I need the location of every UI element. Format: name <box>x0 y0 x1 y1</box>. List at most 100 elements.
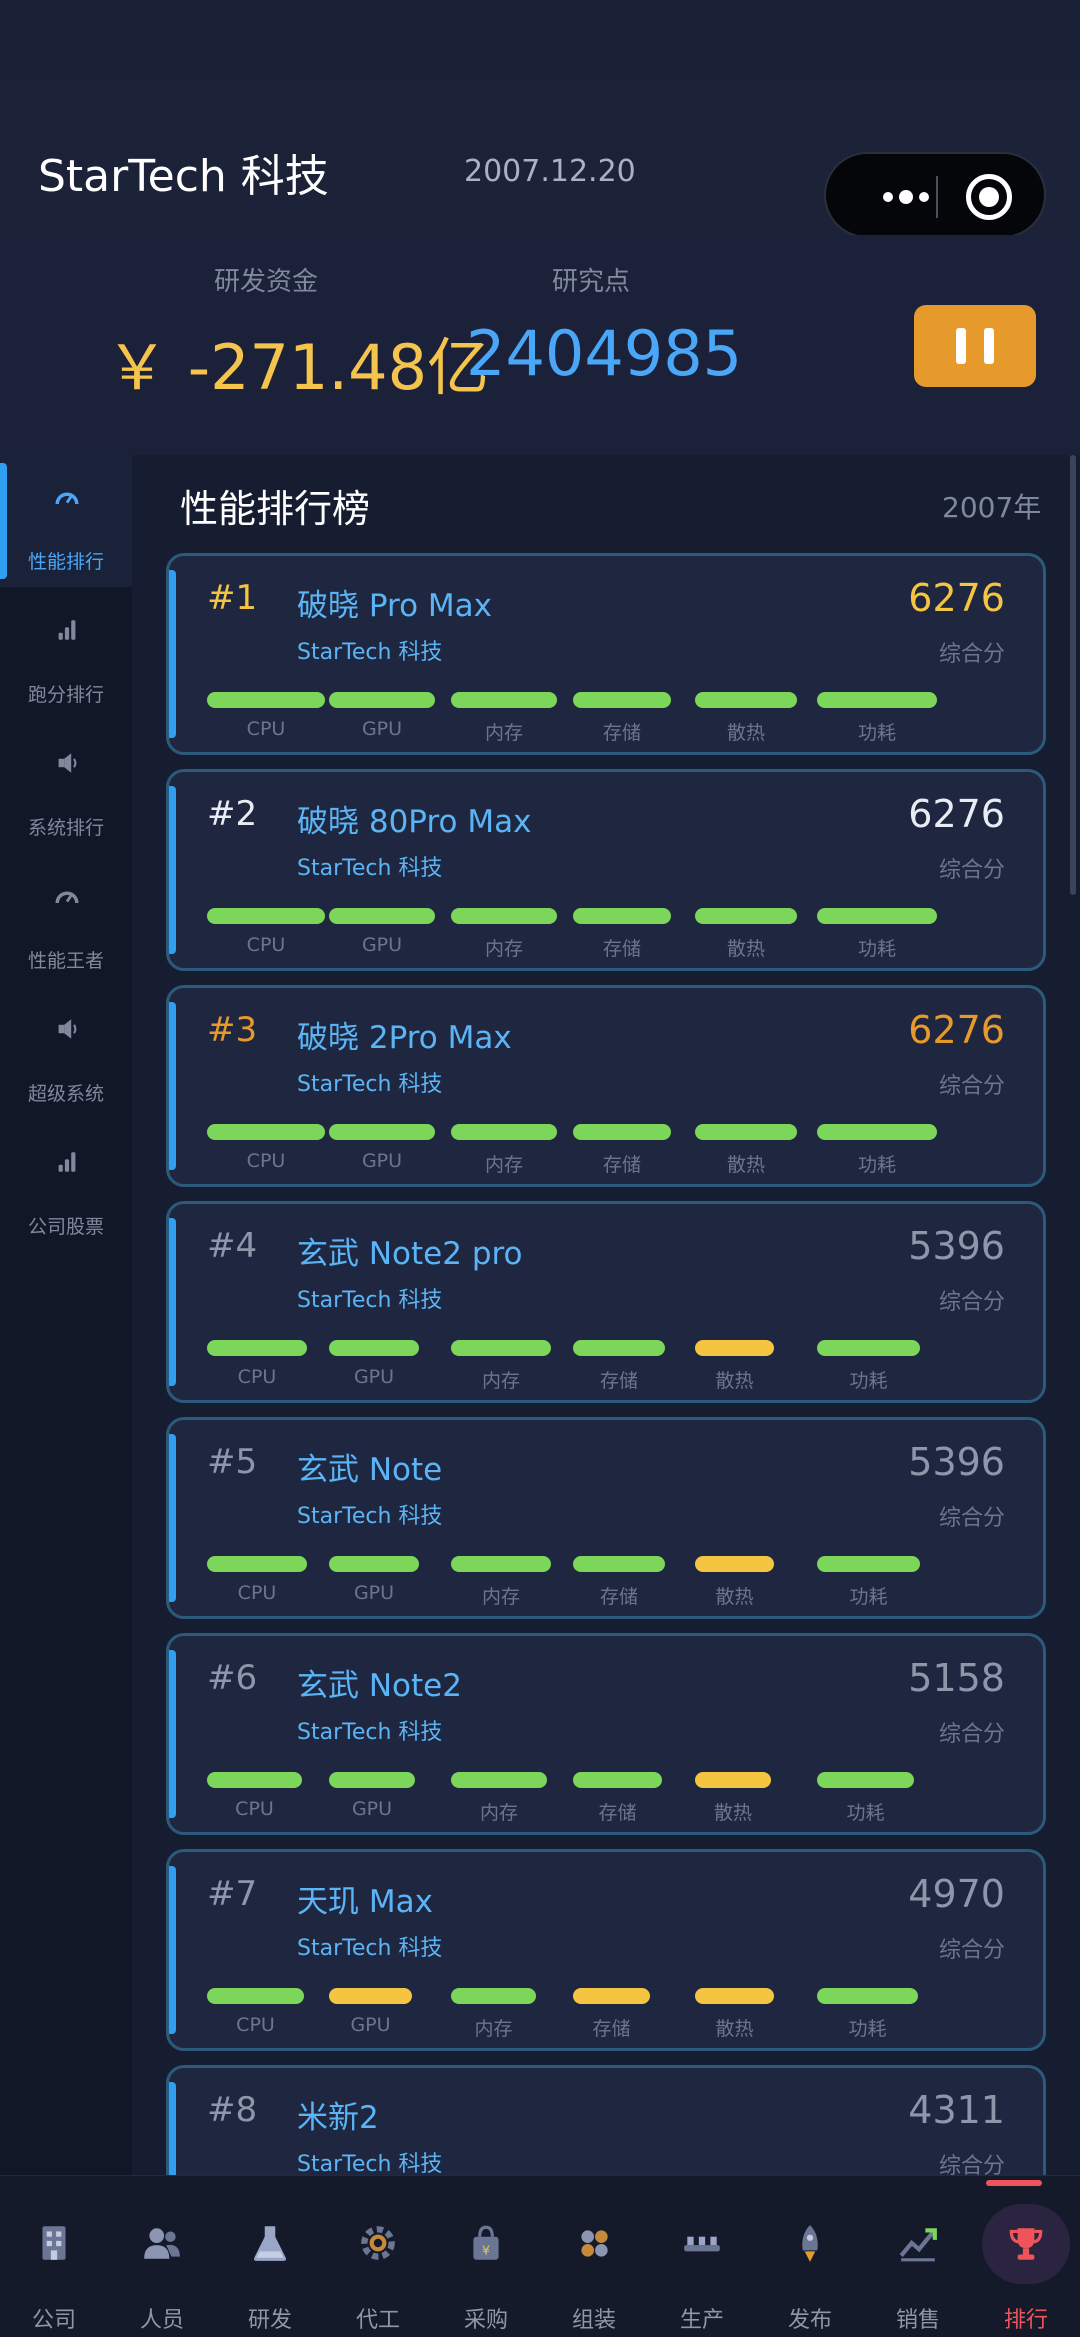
tab-label: 人员 <box>139 2308 184 2333</box>
overall-score: 6276 <box>908 792 1005 836</box>
metric-5: 功耗 <box>817 908 937 960</box>
sidebar-item-2[interactable]: 系统排行 <box>0 721 132 853</box>
tab-8[interactable]: 销售 <box>864 2176 972 2337</box>
tab-4[interactable]: ¥ 采购 <box>432 2176 540 2337</box>
metric-label: GPU <box>361 934 403 956</box>
ranking-sidebar: 性能排行跑分排行系统排行 性能王者 超级系统公司股票 <box>0 455 132 2175</box>
metric-bar <box>695 908 797 924</box>
maker-name: StarTech 科技 <box>297 1936 443 1961</box>
rank-number: #8 <box>207 2090 258 2130</box>
metric-1: GPU <box>329 1988 449 2038</box>
tab-1[interactable]: 人员 <box>108 2176 216 2337</box>
tab-label: 生产 <box>679 2308 724 2333</box>
overall-score: 6276 <box>908 1008 1005 1052</box>
sidebar-item-label: 公司股票 <box>27 1216 104 1238</box>
metric-label: GPU <box>353 1582 395 1604</box>
mini-program-capsule <box>824 152 1046 238</box>
metric-label: 内存 <box>474 2018 513 2040</box>
rank-number: #6 <box>207 1658 258 1698</box>
sidebar-item-3[interactable]: 性能王者 <box>0 854 132 986</box>
metric-3: 存储 <box>573 1772 693 1824</box>
scrollbar[interactable] <box>1070 455 1076 895</box>
metric-2: 内存 <box>451 908 571 960</box>
rank-number: #2 <box>207 794 258 834</box>
metric-label: 散热 <box>726 938 765 960</box>
trophy-icon <box>1005 2222 1047 2264</box>
metric-label: 内存 <box>481 1370 520 1392</box>
metric-bar <box>695 1772 771 1788</box>
metric-label: 功耗 <box>848 2018 887 2040</box>
score-label: 综合分 <box>938 1290 1005 1315</box>
metric-bar <box>451 908 557 924</box>
tab-label: 采购 <box>463 2308 508 2333</box>
score-label: 综合分 <box>938 858 1005 883</box>
metric-bar <box>207 1340 307 1356</box>
metric-4: 散热 <box>695 1124 815 1176</box>
metric-3: 存储 <box>573 1556 693 1608</box>
gauge-icon <box>50 483 84 511</box>
sidebar-item-5[interactable]: 公司股票 <box>0 1120 132 1252</box>
metric-bar <box>573 1124 671 1140</box>
product-name: 破晓 Pro Max <box>297 588 492 624</box>
metric-label: 散热 <box>713 1802 752 1824</box>
ranking-card[interactable]: #4 玄武 Note2 pro StarTech 科技 5396 综合分 CPU GPU 内存… <box>166 1201 1046 1403</box>
card-accent <box>169 1218 176 1386</box>
metric-bar <box>207 1988 304 2004</box>
score-label: 综合分 <box>938 1722 1005 1747</box>
card-accent <box>169 570 176 738</box>
tab-3[interactable]: 代工 <box>324 2176 432 2337</box>
card-accent <box>169 1002 176 1170</box>
metric-bar <box>695 1556 774 1572</box>
tab-7[interactable]: 发布 <box>756 2176 864 2337</box>
maker-name: StarTech 科技 <box>297 1504 443 1529</box>
sidebar-item-label: 跑分排行 <box>27 684 104 706</box>
people-icon <box>141 2222 183 2264</box>
metric-label: 存储 <box>599 1370 638 1392</box>
metric-label: CPU <box>236 2014 275 2036</box>
metric-label: 内存 <box>484 938 523 960</box>
metric-3: 存储 <box>573 908 693 960</box>
bar-chart-icon <box>50 616 84 644</box>
tab-5[interactable]: 组装 <box>540 2176 648 2337</box>
metric-2: 内存 <box>451 1556 571 1608</box>
maker-name: StarTech 科技 <box>297 1072 443 1097</box>
ranking-card[interactable]: #2 破晓 80Pro Max StarTech 科技 6276 综合分 CPU GPU 内存… <box>166 769 1046 971</box>
sidebar-item-0[interactable]: 性能排行 <box>0 455 132 587</box>
rocket-icon <box>789 2222 831 2264</box>
tab-2[interactable]: 研发 <box>216 2176 324 2337</box>
components-icon <box>573 2222 615 2264</box>
ranking-card[interactable]: #1 破晓 Pro Max StarTech 科技 6276 综合分 CPU GPU 内存 存储… <box>166 553 1046 755</box>
maker-name: StarTech 科技 <box>297 856 443 881</box>
product-name: 破晓 80Pro Max <box>297 804 532 840</box>
metric-label: 散热 <box>715 1586 754 1608</box>
more-options-icon[interactable] <box>856 180 956 214</box>
metric-label: 功耗 <box>857 722 896 744</box>
sidebar-item-4[interactable]: 超级系统 <box>0 987 132 1119</box>
pause-button[interactable] <box>914 305 1036 387</box>
card-accent <box>169 1434 176 1602</box>
metric-bar <box>817 1124 937 1140</box>
metric-bar <box>451 692 557 708</box>
ranking-card[interactable]: #3 破晓 2Pro Max StarTech 科技 6276 综合分 CPU GPU 内存 存… <box>166 985 1046 1187</box>
ranking-card[interactable]: #7 天玑 Max StarTech 科技 4970 综合分 CPU GPU 内存 存储 散热 功耗 <box>166 1849 1046 2051</box>
speaker-icon <box>50 1015 84 1043</box>
tab-label: 研发 <box>247 2308 292 2333</box>
trend-up-icon <box>897 2222 939 2264</box>
tab-9[interactable]: 排行 <box>972 2176 1080 2337</box>
metric-label: 功耗 <box>849 1370 888 1392</box>
metric-bar <box>329 692 435 708</box>
metric-3: 存储 <box>573 1340 693 1392</box>
points-label: 研究点 <box>552 267 631 297</box>
ranking-card[interactable]: #6 玄武 Note2 StarTech 科技 5158 综合分 CPU GPU 内存 存储 散热… <box>166 1633 1046 1835</box>
tab-0[interactable]: 公司 <box>0 2176 108 2337</box>
rank-number: #3 <box>207 1010 258 1050</box>
metric-label: GPU <box>361 718 403 740</box>
sidebar-item-1[interactable]: 跑分排行 <box>0 588 132 720</box>
ranking-card[interactable]: #5 玄武 Note StarTech 科技 5396 综合分 CPU GPU 内存 存储 散热 功… <box>166 1417 1046 1619</box>
tab-6[interactable]: 生产 <box>648 2176 756 2337</box>
page-title: 性能排行榜 <box>180 487 371 531</box>
card-accent <box>169 786 176 954</box>
metric-label: 存储 <box>592 2018 631 2040</box>
close-program-icon[interactable] <box>966 174 1012 220</box>
product-name: 天玑 Max <box>297 1884 433 1920</box>
